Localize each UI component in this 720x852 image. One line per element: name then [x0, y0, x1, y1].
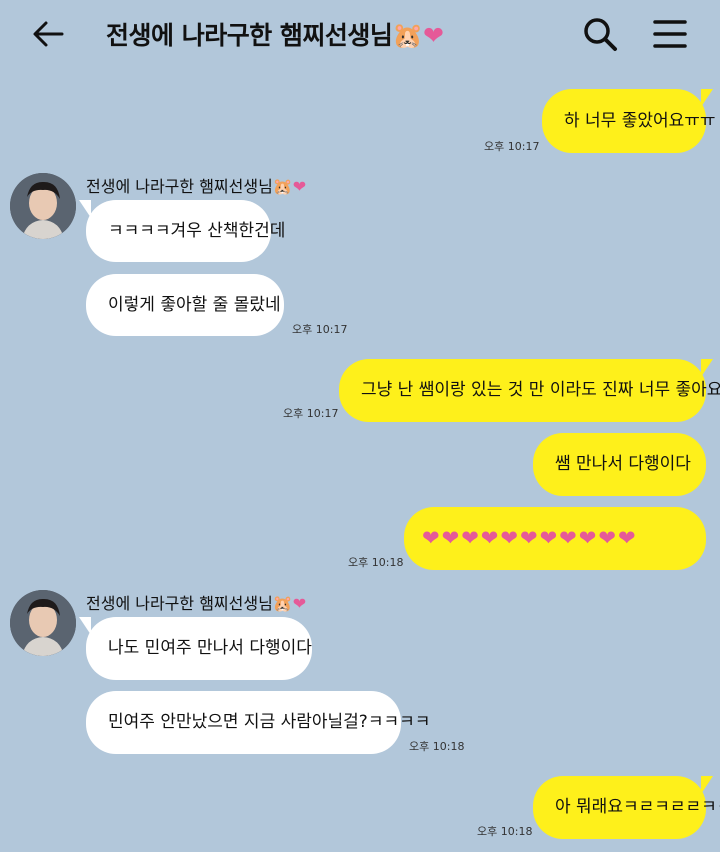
message-text: 이렇게 좋아할 줄 몰랐네: [108, 294, 281, 315]
sender-name-text: 전생에 나라구한 햄찌선생님🐹: [86, 177, 293, 196]
message-time: 오후 10:18: [348, 556, 404, 569]
heart-icon: ❤: [292, 594, 307, 613]
message-text: 민여주 안만났으면 지금 사람아닐걸?ㅋㅋㅋㅋ: [108, 712, 431, 732]
hearts-row: ❤❤❤❤❤❤❤❤❤❤❤: [422, 526, 638, 550]
message-text: 쌤 만나서 다행이다: [555, 454, 691, 474]
message-time: 오후 10:18: [477, 825, 533, 838]
menu-icon[interactable]: [650, 14, 690, 54]
my-message-bubble[interactable]: 하 너무 좋았어요ㅠㅠ: [542, 89, 716, 153]
message-time: 오후 10:17: [484, 140, 540, 153]
heart-icon: ❤: [292, 177, 307, 196]
sender-name-text: 전생에 나라구한 햄찌선생님🐹: [86, 594, 293, 613]
message-time: 오후 10:17: [292, 323, 348, 336]
my-message-bubble[interactable]: 쌤 만나서 다행이다: [533, 433, 706, 496]
chat-title-text: 전생에 나라구한 햄찌선생님🐹: [106, 21, 424, 50]
sender-name: 전생에 나라구한 햄찌선생님🐹❤: [86, 590, 306, 614]
sender-name: 전생에 나라구한 햄찌선생님🐹❤: [86, 173, 306, 197]
search-icon[interactable]: [580, 14, 620, 54]
avatar[interactable]: [10, 173, 76, 239]
their-message-bubble[interactable]: 나도 민여주 만나서 다행이다: [79, 617, 312, 680]
avatar[interactable]: [10, 590, 76, 656]
chat-header: 전생에 나라구한 햄찌선생님🐹❤: [0, 0, 720, 68]
message-time: 오후 10:17: [283, 407, 339, 420]
profile-photo: [10, 173, 76, 239]
message-text: 아 뭐래요ㅋㄹㅋㄹㄹㅋㅋ: [555, 797, 720, 817]
their-message-bubble[interactable]: ㅋㅋㅋㅋ겨우 산책한건데: [79, 200, 285, 262]
chat-title: 전생에 나라구한 햄찌선생님🐹❤: [106, 16, 444, 52]
my-message-bubble[interactable]: ❤❤❤❤❤❤❤❤❤❤❤: [404, 507, 706, 570]
profile-photo: [10, 590, 76, 656]
back-arrow-icon[interactable]: [28, 14, 68, 54]
message-text: 그냥 난 쌤이랑 있는 것 만 이라도 진짜 너무 좋아요: [361, 380, 720, 400]
their-message-bubble[interactable]: 민여주 안만났으면 지금 사람아닐걸?ㅋㅋㅋㅋ: [86, 691, 430, 754]
my-message-bubble[interactable]: 그냥 난 쌤이랑 있는 것 만 이라도 진짜 너무 좋아요: [339, 359, 720, 422]
message-text: 나도 민여주 만나서 다행이다: [108, 638, 312, 658]
my-message-bubble[interactable]: 아 뭐래요ㅋㄹㅋㄹㄹㅋㅋ: [533, 776, 720, 839]
message-text: ㅋㅋㅋㅋ겨우 산책한건데: [108, 220, 286, 241]
heart-icon: ❤: [423, 21, 444, 50]
their-message-bubble[interactable]: 이렇게 좋아할 줄 몰랐네: [86, 274, 284, 336]
message-time: 오후 10:18: [409, 740, 465, 753]
message-text: 하 너무 좋았어요ㅠㅠ: [564, 110, 716, 131]
